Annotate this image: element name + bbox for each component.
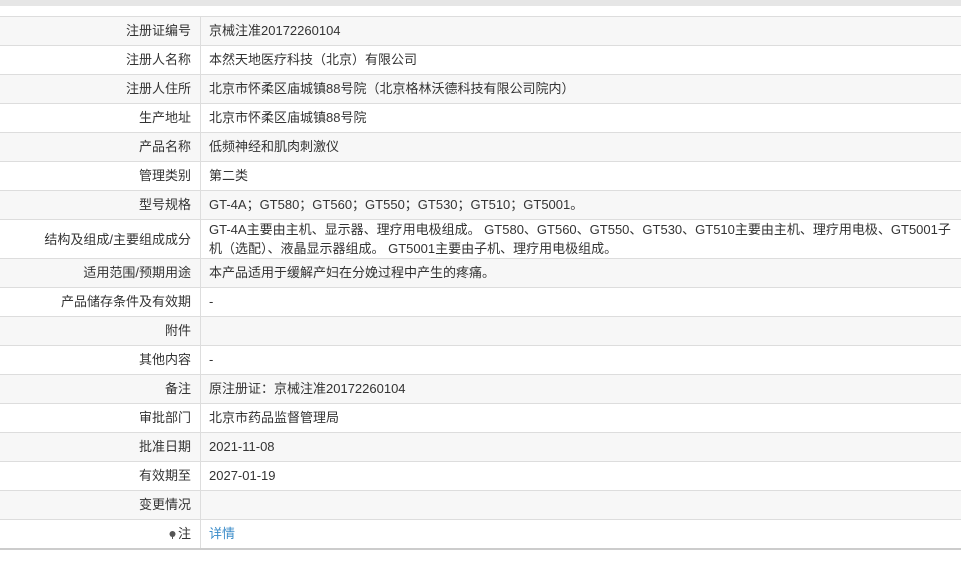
row-label: 注册人住所 xyxy=(0,74,201,104)
table-row: 备注 原注册证：京械注准20172260104 xyxy=(0,374,961,404)
row-value: 详情 xyxy=(200,519,961,550)
note-label: 注 xyxy=(177,526,191,541)
row-label: 注册证编号 xyxy=(0,16,201,46)
table-row: 管理类别 第二类 xyxy=(0,161,961,191)
row-label: 生产地址 xyxy=(0,103,201,133)
row-value xyxy=(200,490,961,520)
table-row: 批准日期 2021-11-08 xyxy=(0,432,961,462)
registration-info-table: 注册证编号 京械注准20172260104 注册人名称 本然天地医疗科技（北京）… xyxy=(0,16,961,550)
table-row: 产品储存条件及有效期 - xyxy=(0,287,961,317)
row-label: 产品名称 xyxy=(0,132,201,162)
table-row: 注册人住所 北京市怀柔区庙城镇88号院（北京格林沃德科技有限公司院内） xyxy=(0,74,961,104)
row-value xyxy=(200,316,961,346)
table-row: 附件 xyxy=(0,316,961,346)
row-label: 注册人名称 xyxy=(0,45,201,75)
row-value: 京械注准20172260104 xyxy=(200,16,961,46)
row-label: 管理类别 xyxy=(0,161,201,191)
row-value: GT-4A主要由主机、显示器、理疗用电极组成。 GT580、GT560、GT55… xyxy=(200,219,961,259)
row-label: 适用范围/预期用途 xyxy=(0,258,201,288)
row-value: 2021-11-08 xyxy=(200,432,961,462)
row-value: 低频神经和肌肉刺激仪 xyxy=(200,132,961,162)
table-row: 变更情况 xyxy=(0,490,961,520)
row-value: GT-4A；GT580；GT560；GT550；GT530；GT510；GT50… xyxy=(200,190,961,220)
row-label: 备注 xyxy=(0,374,201,404)
table-row: 有效期至 2027-01-19 xyxy=(0,461,961,491)
table-row: 结构及组成/主要组成成分 GT-4A主要由主机、显示器、理疗用电极组成。 GT5… xyxy=(0,219,961,259)
row-value: - xyxy=(200,287,961,317)
row-label: 型号规格 xyxy=(0,190,201,220)
pin-icon xyxy=(169,526,176,539)
row-value: 本然天地医疗科技（北京）有限公司 xyxy=(200,45,961,75)
row-label: 附件 xyxy=(0,316,201,346)
table-row: 产品名称 低频神经和肌肉刺激仪 xyxy=(0,132,961,162)
row-value: 原注册证：京械注准20172260104 xyxy=(200,374,961,404)
row-value: 第二类 xyxy=(200,161,961,191)
row-value: 北京市药品监督管理局 xyxy=(200,403,961,433)
row-label: 注 xyxy=(0,519,201,550)
details-link[interactable]: 详情 xyxy=(209,526,235,541)
row-label: 审批部门 xyxy=(0,403,201,433)
table-row: 审批部门 北京市药品监督管理局 xyxy=(0,403,961,433)
row-value: 2027-01-19 xyxy=(200,461,961,491)
row-label: 产品储存条件及有效期 xyxy=(0,287,201,317)
table-row: 注 详情 xyxy=(0,519,961,550)
row-label: 有效期至 xyxy=(0,461,201,491)
row-label: 结构及组成/主要组成成分 xyxy=(0,219,201,259)
row-label: 批准日期 xyxy=(0,432,201,462)
table-row: 注册证编号 京械注准20172260104 xyxy=(0,16,961,46)
table-row: 其他内容 - xyxy=(0,345,961,375)
table-row: 型号规格 GT-4A；GT580；GT560；GT550；GT530；GT510… xyxy=(0,190,961,220)
table-row: 生产地址 北京市怀柔区庙城镇88号院 xyxy=(0,103,961,133)
table-row: 适用范围/预期用途 本产品适用于缓解产妇在分娩过程中产生的疼痛。 xyxy=(0,258,961,288)
row-value: 北京市怀柔区庙城镇88号院 xyxy=(200,103,961,133)
table-row: 注册人名称 本然天地医疗科技（北京）有限公司 xyxy=(0,45,961,75)
row-label: 变更情况 xyxy=(0,490,201,520)
row-value: - xyxy=(200,345,961,375)
row-label: 其他内容 xyxy=(0,345,201,375)
row-value: 本产品适用于缓解产妇在分娩过程中产生的疼痛。 xyxy=(200,258,961,288)
row-value: 北京市怀柔区庙城镇88号院（北京格林沃德科技有限公司院内） xyxy=(200,74,961,104)
